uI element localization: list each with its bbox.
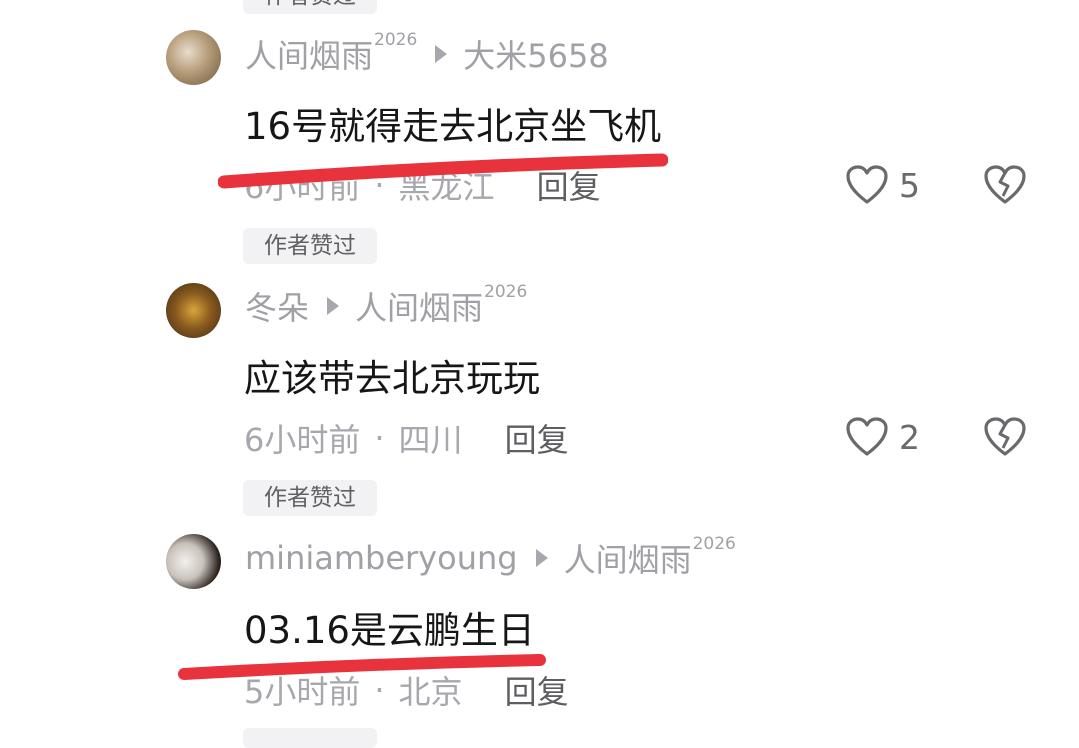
reply-to-username[interactable]: 人间烟雨	[355, 283, 483, 329]
heart-outline-icon	[846, 417, 888, 456]
broken-heart-icon[interactable]	[983, 416, 1027, 458]
like-button[interactable]: 2	[845, 416, 920, 458]
avatar[interactable]	[166, 283, 221, 338]
play-triangle-icon	[435, 45, 448, 63]
comment-header: 人间烟雨 2026 大米5658	[245, 30, 609, 77]
username[interactable]: 人间烟雨	[245, 31, 373, 77]
comment-text: 应该带去北京玩玩	[244, 357, 540, 400]
red-underline	[178, 654, 546, 680]
red-underline	[218, 153, 668, 189]
comment-header: 冬朵 人间烟雨 2026	[245, 282, 528, 329]
like-count: 2	[899, 417, 920, 457]
reply-to-username[interactable]: 大米5658	[463, 31, 608, 77]
broken-heart-icon[interactable]	[983, 164, 1027, 206]
comment-meta: 6小时前 · 四川 回复	[244, 415, 569, 461]
avatar[interactable]	[166, 30, 221, 85]
comment-time: 6小时前	[244, 421, 361, 459]
author-liked-badge: 作者赞过	[243, 0, 377, 14]
reply-button[interactable]: 回复	[505, 415, 569, 461]
author-liked-badge: 作者赞过	[243, 228, 377, 264]
like-button[interactable]: 5	[845, 164, 920, 206]
comment-text: 03.16是云鹏生日	[244, 609, 535, 652]
play-triangle-icon	[535, 549, 548, 567]
avatar[interactable]	[166, 534, 221, 589]
author-liked-badge: 作者赞过	[243, 480, 377, 516]
username-suffix: 2026	[374, 30, 418, 50]
comment-location: 四川	[398, 421, 463, 459]
heart-outline-icon	[846, 165, 888, 204]
username-suffix: 2026	[692, 534, 736, 554]
separator-dot: ·	[374, 419, 385, 457]
reply-to-username[interactable]: 人间烟雨	[564, 535, 692, 581]
username-suffix: 2026	[484, 282, 528, 302]
comment-header: miniamberyoung 人间烟雨 2026	[245, 534, 736, 581]
play-triangle-icon	[327, 297, 340, 315]
username[interactable]: miniamberyoung	[245, 539, 518, 577]
username[interactable]: 冬朵	[245, 283, 309, 329]
comment-text: 16号就得走去北京坐飞机	[244, 105, 662, 148]
like-count: 5	[899, 165, 920, 205]
author-liked-badge-partial	[243, 728, 377, 748]
